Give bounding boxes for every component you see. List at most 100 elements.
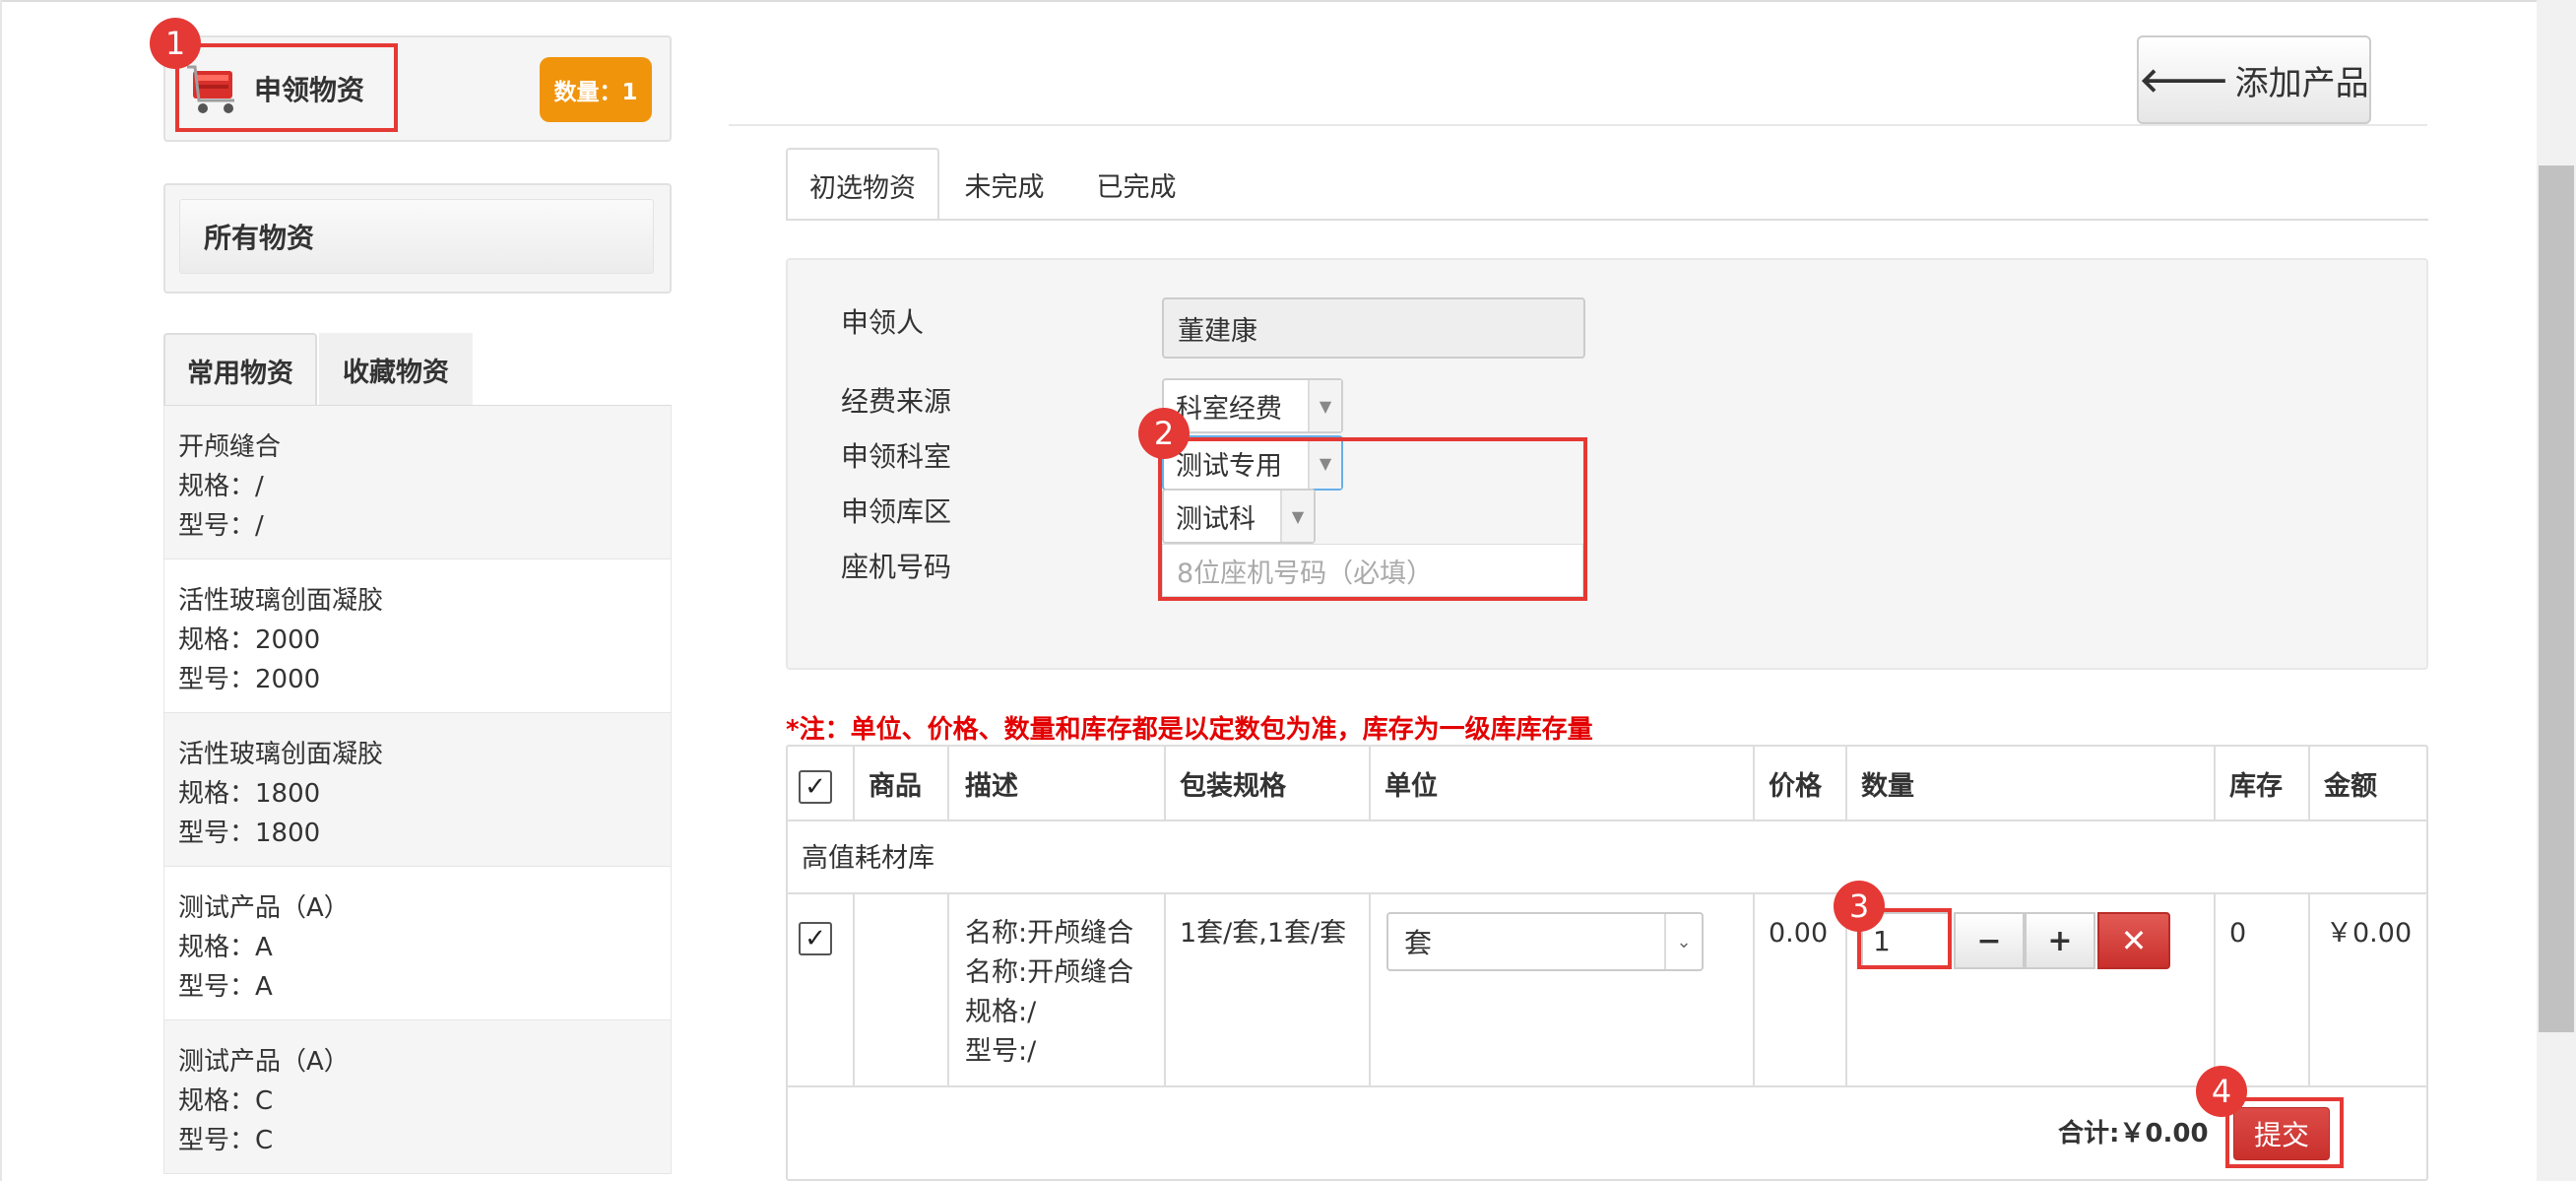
row-price: 0.00 (1769, 918, 1829, 949)
desc-line: 名称:开颅缝合 (965, 957, 1134, 988)
row-amount: ￥0.00 (2326, 918, 2413, 949)
col-divider (947, 745, 949, 821)
list-item[interactable]: 活性玻璃创面凝胶 规格：2000 型号：2000 (163, 559, 672, 713)
remove-row-button[interactable]: ✕ (2097, 912, 2170, 969)
col-header-price: 价格 (1769, 770, 1822, 802)
tab-favorite-items[interactable]: 收藏物资 (319, 333, 473, 406)
list-item[interactable]: 测试产品（A） 规格：A 型号：A (163, 867, 672, 1020)
submit-button[interactable]: 提交 (2233, 1107, 2330, 1160)
col-divider (2308, 745, 2310, 821)
col-divider (1845, 745, 1847, 821)
product-spec: 规格：/ (178, 472, 264, 501)
col-divider (1164, 745, 1166, 821)
col-divider (1753, 745, 1755, 821)
step-4-marker: 4 (2196, 1066, 2247, 1117)
col-header-description: 描述 (965, 770, 1018, 802)
table-row-divider (786, 1085, 2428, 1087)
left-border (0, 0, 2, 1181)
close-icon: ✕ (2120, 922, 2148, 959)
list-item[interactable]: 开颅缝合 规格：/ 型号：/ (163, 406, 672, 559)
col-header-package: 包装规格 (1180, 770, 1286, 802)
table-group-label: 高值耗材库 (802, 843, 934, 874)
col-header-product: 商品 (869, 770, 922, 802)
unit-value: 套 (1404, 927, 1433, 959)
caret-down-icon: ▼ (1308, 380, 1341, 431)
applicant-field[interactable]: 董建康 (1162, 297, 1585, 359)
tab-completed[interactable]: 已完成 (1087, 148, 1186, 221)
col-divider (2308, 892, 2310, 1087)
decrease-button[interactable]: − (1954, 912, 2025, 969)
all-items-header[interactable]: 所有物资 (179, 199, 654, 274)
step-2-highlight (1158, 437, 1587, 601)
table-header-divider (786, 820, 2428, 821)
product-name: 活性玻璃创面凝胶 (178, 740, 384, 769)
product-name: 测试产品（A） (178, 893, 350, 923)
header-divider (729, 124, 2427, 126)
product-list: 开颅缝合 规格：/ 型号：/ 活性玻璃创面凝胶 规格：2000 型号：2000 … (163, 406, 672, 1181)
arrow-left-icon: 🡐 (2139, 60, 2229, 100)
col-header-amount: 金额 (2324, 770, 2377, 802)
product-spec: 规格：2000 (178, 625, 321, 655)
increase-button[interactable]: + (2025, 912, 2095, 969)
product-spec: 规格：1800 (178, 779, 321, 809)
note-text: *注：单位、价格、数量和库存都是以定数包为准，库存为一级库库存量 (786, 715, 1593, 745)
top-border (0, 0, 2537, 2)
product-model: 型号：2000 (178, 665, 321, 694)
row-checkbox[interactable]: ✓ (799, 922, 832, 955)
step-3-marker: 3 (1834, 881, 1885, 932)
product-name: 开颅缝合 (178, 432, 282, 462)
step-1-highlight (175, 43, 398, 132)
tab-preselected[interactable]: 初选物资 (786, 148, 939, 221)
col-header-stock: 库存 (2229, 770, 2283, 802)
col-divider (1369, 745, 1371, 821)
col-header-quantity: 数量 (1861, 770, 1914, 802)
desc-line: 型号:/ (965, 1036, 1037, 1067)
select-all-checkbox[interactable]: ✓ (799, 770, 832, 804)
desc-line: 规格:/ (965, 997, 1037, 1027)
step-2-marker: 2 (1138, 408, 1190, 459)
row-stock: 0 (2229, 918, 2247, 949)
product-name: 测试产品（A） (178, 1047, 350, 1077)
unit-select[interactable]: 套 ⌄ (1386, 912, 1704, 971)
product-spec: 规格：A (178, 933, 273, 962)
col-divider (2214, 745, 2216, 821)
total-amount: 合计:￥0.00 (2058, 1119, 2209, 1148)
chevron-down-icon: ⌄ (1664, 914, 1702, 969)
warehouse-label: 申领库区 (841, 495, 952, 528)
row-description: 名称:开颅缝合 名称:开颅缝合 规格:/ 型号:/ (965, 914, 1133, 1072)
product-spec: 规格：C (178, 1086, 274, 1116)
product-name: 活性玻璃创面凝胶 (178, 586, 384, 616)
request-form-panel (786, 258, 2428, 670)
applicant-label: 申领人 (841, 306, 925, 339)
col-divider (853, 745, 855, 821)
list-item[interactable]: 活性玻璃创面凝胶 规格：1800 型号：1800 (163, 713, 672, 867)
department-label: 申领科室 (841, 440, 952, 473)
tab-incomplete[interactable]: 未完成 (955, 148, 1054, 221)
product-model: 型号：A (178, 972, 273, 1002)
col-divider (853, 892, 855, 1087)
fund-source-label: 经费来源 (841, 385, 952, 418)
cart-count-badge[interactable]: 数量：1 (540, 57, 652, 122)
desc-line: 名称:开颅缝合 (965, 918, 1134, 949)
step-1-marker: 1 (150, 18, 201, 69)
product-model: 型号：/ (178, 511, 264, 541)
plus-icon: + (2047, 923, 2073, 958)
scrollbar-thumb[interactable] (2539, 165, 2574, 1032)
table-group-divider (786, 892, 2428, 894)
tab-common-items[interactable]: 常用物资 (163, 333, 317, 406)
col-divider (947, 892, 949, 1087)
col-divider (2214, 892, 2216, 1087)
col-header-unit: 单位 (1385, 770, 1438, 802)
right-tabs-divider (786, 219, 2428, 221)
col-divider (1369, 892, 1371, 1087)
phone-label: 座机号码 (841, 551, 952, 583)
product-model: 型号：1800 (178, 819, 321, 848)
product-model: 型号：C (178, 1126, 274, 1155)
row-package: 1套/套,1套/套 (1180, 918, 1347, 949)
add-product-button[interactable]: 🡐 添加产品 (2137, 35, 2371, 124)
add-product-label: 添加产品 (2234, 63, 2369, 103)
fund-source-select[interactable]: 科室经费 ▼ (1162, 378, 1343, 433)
col-divider (1164, 892, 1166, 1087)
minus-icon: − (1976, 923, 2002, 958)
list-item[interactable]: 测试产品（A） 规格：C 型号：C (163, 1020, 672, 1174)
